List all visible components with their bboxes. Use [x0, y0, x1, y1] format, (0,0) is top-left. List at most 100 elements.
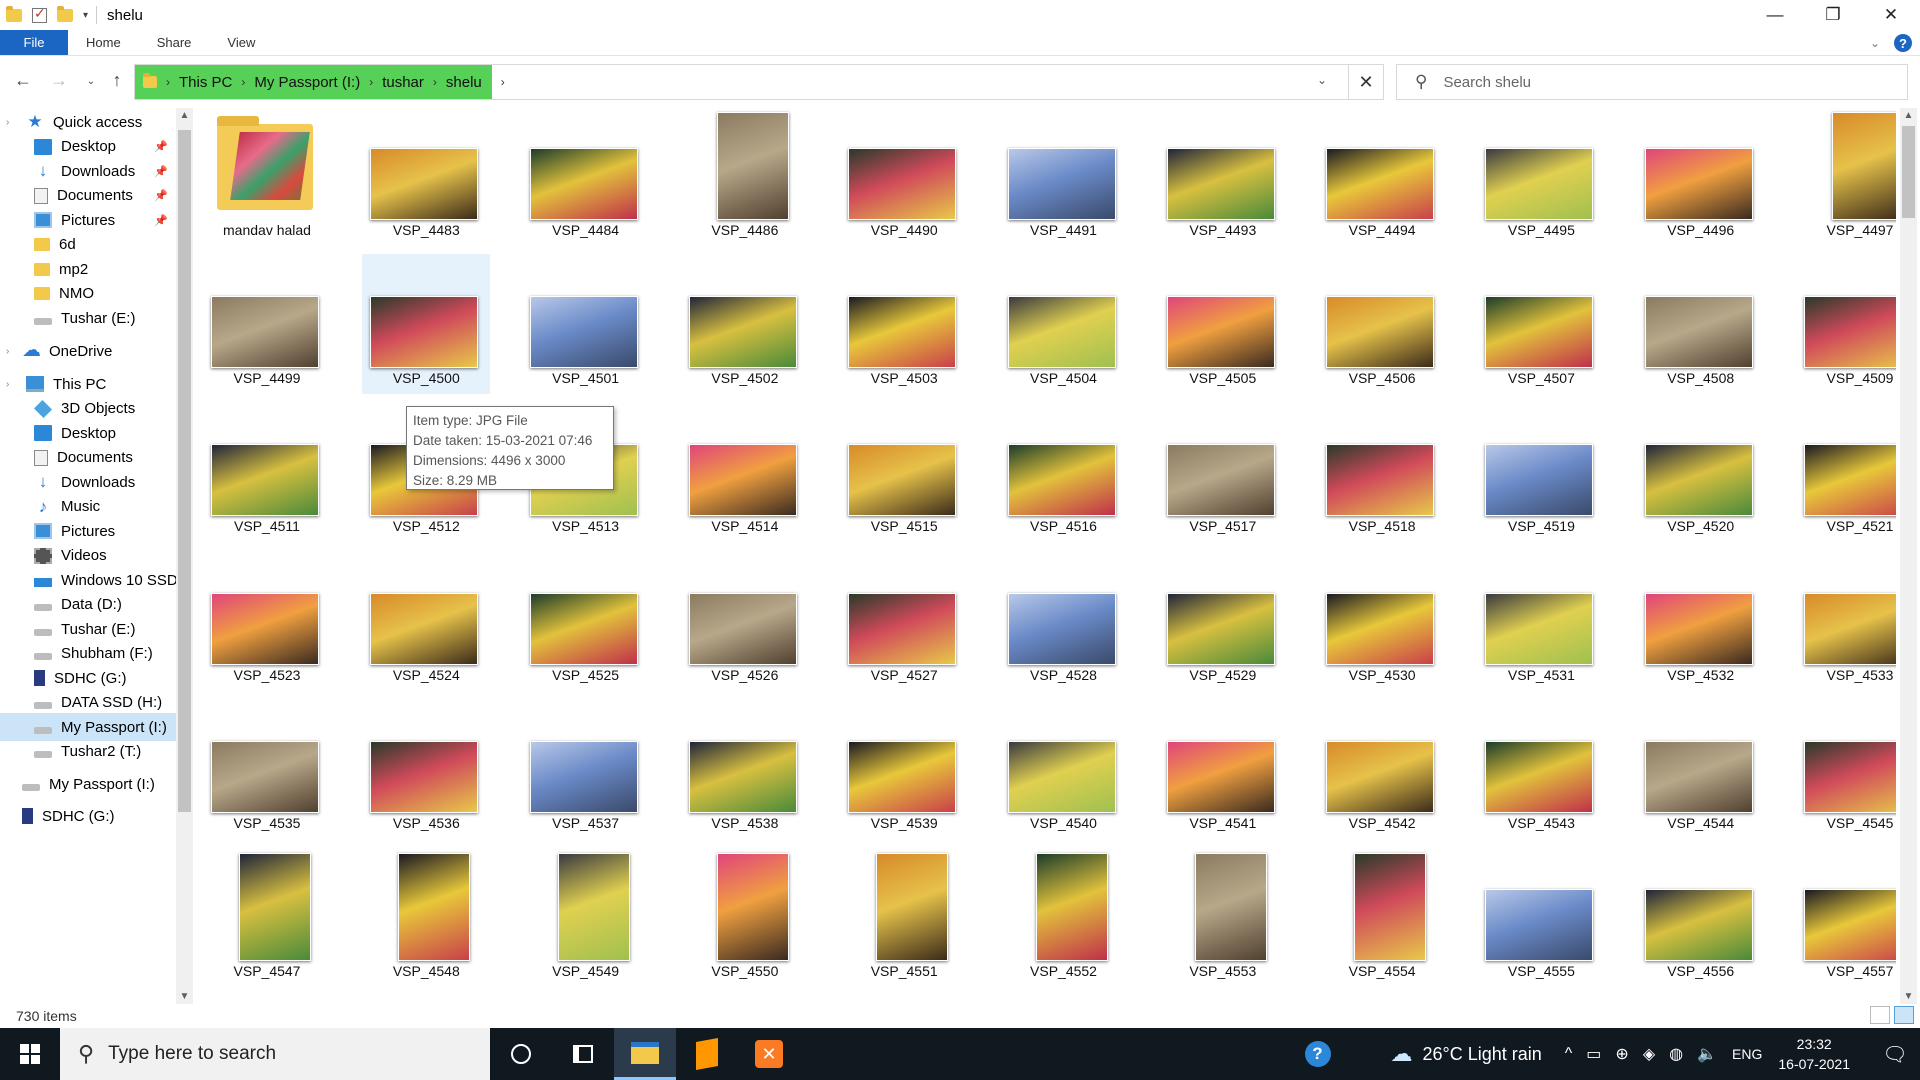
image-file[interactable]: VSP_4532	[1637, 551, 1765, 691]
image-file[interactable]: VSP_4531	[1477, 551, 1605, 691]
recent-locations-icon[interactable]: ⌄	[80, 76, 102, 87]
tab-view[interactable]: View	[209, 30, 273, 55]
antivirus-icon[interactable]: ◈	[1643, 1044, 1655, 1064]
taskbar-search[interactable]: ⚲ Type here to search	[60, 1028, 490, 1080]
chevron-right-icon[interactable]: ›	[241, 75, 245, 89]
input-language[interactable]: ENG	[1732, 1046, 1762, 1062]
new-folder-icon[interactable]	[57, 5, 73, 22]
sidebar-item[interactable]: My Passport (I:)	[0, 770, 178, 798]
content-scrollbar[interactable]: ▲ ▼	[1900, 108, 1917, 1004]
chevron-right-icon[interactable]: ›	[166, 75, 170, 89]
taskbar-app-xampp[interactable]: ✕	[738, 1028, 800, 1080]
task-view-button[interactable]	[552, 1028, 614, 1080]
folder-item[interactable]: mandav halad	[203, 108, 331, 246]
details-view-icon[interactable]	[1870, 1006, 1890, 1024]
close-button[interactable]: ✕	[1862, 0, 1920, 30]
image-file[interactable]: VSP_4519	[1477, 402, 1605, 542]
image-file[interactable]: VSP_4521	[1796, 402, 1896, 542]
forward-icon[interactable]: →	[48, 70, 70, 91]
expand-ribbon-icon[interactable]: ⌄	[1870, 36, 1880, 50]
image-file[interactable]: VSP_4526	[681, 551, 809, 691]
sidebar-item[interactable]: Tushar (E:)	[0, 304, 178, 332]
show-hidden-icons-icon[interactable]: ^	[1565, 1045, 1573, 1063]
image-file[interactable]: VSP_4549	[522, 847, 650, 987]
image-file[interactable]: VSP_4496	[1637, 108, 1765, 246]
image-file[interactable]: VSP_4537	[522, 699, 650, 839]
customize-toolbar-icon[interactable]: ▾	[83, 10, 88, 21]
chevron-right-icon[interactable]: ›	[433, 75, 437, 89]
image-file[interactable]: VSP_4551	[840, 847, 968, 987]
image-file[interactable]: VSP_4554	[1318, 847, 1446, 987]
network-icon[interactable]: ⊕	[1615, 1044, 1628, 1064]
image-file[interactable]: VSP_4540	[1000, 699, 1128, 839]
image-file[interactable]: VSP_4505	[1159, 254, 1287, 394]
battery-icon[interactable]: ▭	[1586, 1044, 1601, 1064]
help-icon[interactable]: ?	[1894, 34, 1912, 52]
image-file[interactable]: VSP_4493	[1159, 108, 1287, 246]
image-file[interactable]: VSP_4555	[1477, 847, 1605, 987]
address-bar[interactable]: › This PC › My Passport (I:) › tushar › …	[134, 64, 1384, 100]
image-file[interactable]: VSP_4518	[1318, 402, 1446, 542]
image-file[interactable]: VSP_4499	[203, 254, 331, 394]
image-file[interactable]: VSP_4520	[1637, 402, 1765, 542]
image-file[interactable]: VSP_4533	[1796, 551, 1896, 691]
image-file[interactable]: VSP_4515	[840, 402, 968, 542]
image-file[interactable]: VSP_4536	[362, 699, 490, 839]
sidebar-item[interactable]: › ☁ OneDrive	[0, 337, 178, 365]
image-file[interactable]: VSP_4486	[681, 108, 809, 246]
image-file[interactable]: VSP_4507	[1477, 254, 1605, 394]
image-file[interactable]: VSP_4500	[362, 254, 491, 395]
image-file[interactable]: VSP_4494	[1318, 108, 1446, 246]
image-file[interactable]: VSP_4516	[1000, 402, 1128, 542]
expand-chevron-icon[interactable]: ›	[6, 346, 9, 357]
image-file[interactable]: VSP_4502	[681, 254, 809, 394]
taskbar-app-file-explorer[interactable]	[614, 1028, 676, 1080]
image-file[interactable]: VSP_4524	[362, 551, 490, 691]
up-icon[interactable]: ↑	[106, 70, 128, 91]
image-file[interactable]: VSP_4506	[1318, 254, 1446, 394]
properties-icon[interactable]	[32, 5, 47, 23]
image-file[interactable]: VSP_4556	[1637, 847, 1765, 987]
image-file[interactable]: VSP_4484	[522, 108, 650, 246]
chevron-right-icon[interactable]: ›	[369, 75, 373, 89]
image-file[interactable]: VSP_4514	[681, 402, 809, 542]
sidebar-item[interactable]: SDHC (G:)	[0, 802, 178, 830]
help-icon[interactable]: ?	[1304, 1041, 1331, 1067]
image-file[interactable]: VSP_4495	[1477, 108, 1605, 246]
image-file[interactable]: VSP_4550	[681, 847, 809, 987]
wifi-icon[interactable]: ◍	[1669, 1044, 1683, 1064]
image-file[interactable]: VSP_4553	[1159, 847, 1287, 987]
clock[interactable]: 23:32 16-07-2021	[1778, 1034, 1850, 1074]
search-input[interactable]: ⚲ Search shelu	[1396, 64, 1908, 100]
minimize-button[interactable]: —	[1746, 0, 1804, 30]
tab-home[interactable]: Home	[68, 30, 139, 55]
image-file[interactable]: VSP_4529	[1159, 551, 1287, 691]
weather-widget[interactable]: ☁ 26°C Light rain	[1391, 1041, 1542, 1067]
back-icon[interactable]: ←	[12, 70, 34, 91]
breadcrumb-this-pc[interactable]: This PC	[179, 74, 232, 91]
breadcrumb-tushar[interactable]: tushar	[382, 74, 424, 91]
clear-address-icon[interactable]: ✕	[1348, 64, 1384, 100]
large-icons-view-icon[interactable]	[1894, 1006, 1914, 1024]
maximize-button[interactable]: ❐	[1804, 0, 1862, 30]
scroll-down-icon[interactable]: ▼	[176, 991, 193, 1002]
tab-file[interactable]: File	[0, 30, 68, 55]
image-file[interactable]: VSP_4523	[203, 551, 331, 691]
scrollbar-thumb[interactable]	[178, 130, 191, 812]
expand-chevron-icon[interactable]: ›	[6, 379, 9, 390]
image-file[interactable]: VSP_4552	[1000, 847, 1128, 987]
tab-share[interactable]: Share	[139, 30, 210, 55]
image-file[interactable]: VSP_4490	[840, 108, 968, 246]
chevron-right-icon[interactable]: ›	[501, 75, 505, 89]
image-file[interactable]: VSP_4557	[1796, 847, 1896, 987]
image-file[interactable]: VSP_4528	[1000, 551, 1128, 691]
breadcrumb-my-passport[interactable]: My Passport (I:)	[254, 74, 360, 91]
image-file[interactable]: VSP_4517	[1159, 402, 1287, 542]
scrollbar-thumb[interactable]	[1902, 126, 1915, 218]
image-file[interactable]: VSP_4504	[1000, 254, 1128, 394]
sidebar-item[interactable]: Tushar2 (T:)	[0, 738, 178, 766]
image-file[interactable]: VSP_4538	[681, 699, 809, 839]
breadcrumb-shelu[interactable]: shelu	[446, 74, 482, 91]
image-file[interactable]: VSP_4542	[1318, 699, 1446, 839]
scroll-up-icon[interactable]: ▲	[1900, 110, 1917, 121]
